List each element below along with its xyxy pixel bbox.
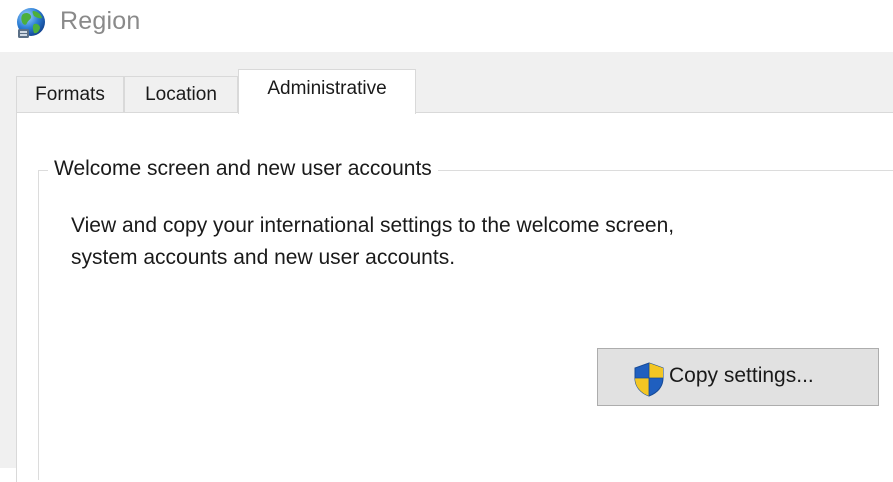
description-text: View and copy your international setting… [71,210,871,274]
uac-shield-icon [634,362,664,397]
title-bar[interactable]: Region [0,0,893,50]
groupbox-title: Welcome screen and new user accounts [48,157,438,181]
window-title: Region [60,7,141,35]
tab-location[interactable]: Location [124,76,238,112]
description-line-1: View and copy your international setting… [71,214,675,237]
description-line-2: system accounts and new user accounts. [71,246,456,269]
tab-formats[interactable]: Formats [16,76,124,112]
copy-settings-label: Copy settings... [669,364,814,387]
copy-settings-button[interactable]: Copy settings... [597,348,879,406]
globe-region-icon [17,8,45,38]
region-dialog: Region Formats Location Administrative W… [0,0,893,482]
tab-administrative[interactable]: Administrative [238,69,416,114]
